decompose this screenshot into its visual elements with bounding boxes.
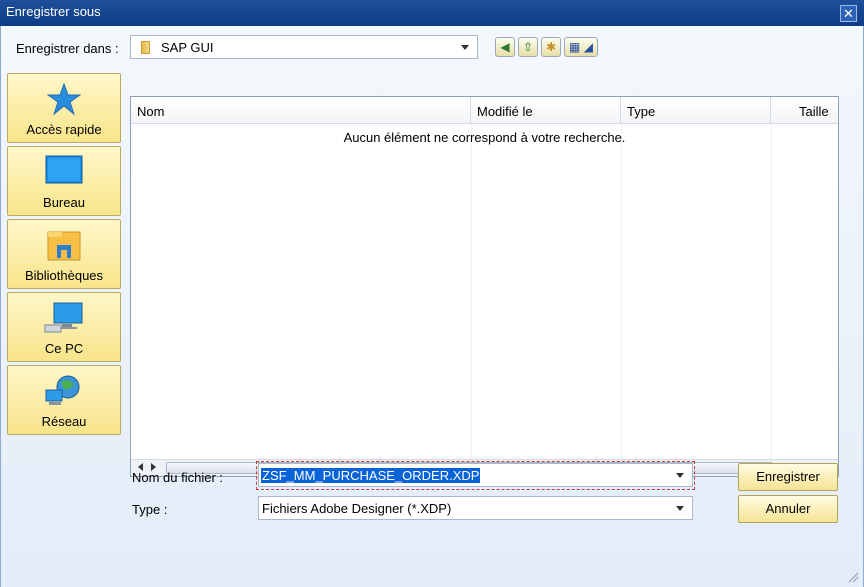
- filetype-label: Type :: [132, 502, 168, 517]
- star-icon: [47, 82, 81, 116]
- back-icon: ◀: [500, 40, 510, 54]
- place-this-pc[interactable]: Ce PC: [7, 292, 121, 362]
- place-label: Bureau: [43, 195, 85, 210]
- title-bar: Enregistrer sous ✕: [0, 0, 864, 26]
- filetype-dropdown[interactable]: Fichiers Adobe Designer (*.XDP): [258, 496, 693, 520]
- chevron-down-icon: [461, 45, 469, 50]
- chevron-down-icon: [676, 473, 684, 478]
- filename-label: Nom du fichier :: [132, 470, 224, 485]
- save-dialog: Enregistrer dans : SAP GUI ◀ ⇧ ✱ ▦ ◢ Acc…: [0, 26, 864, 587]
- filename-value: ZSF_MM_PURCHASE_ORDER.XDP: [261, 468, 481, 483]
- save-in-value: SAP GUI: [161, 40, 214, 55]
- chevron-down-icon: [676, 506, 684, 511]
- column-header-label: Modifié le: [477, 104, 533, 119]
- view-menu-button[interactable]: ▦ ◢: [564, 37, 598, 57]
- resize-grip-icon[interactable]: [847, 571, 859, 583]
- column-header-type[interactable]: Type: [621, 97, 771, 124]
- close-icon: ✕: [843, 6, 854, 21]
- column-header-label: Taille: [799, 104, 829, 119]
- file-list[interactable]: Nom Modifié le Type Taille Aucun élément…: [130, 96, 839, 477]
- close-button[interactable]: ✕: [840, 5, 857, 22]
- place-label: Ce PC: [44, 341, 84, 356]
- column-divider: [471, 124, 472, 459]
- place-network[interactable]: Réseau: [7, 365, 121, 435]
- new-folder-icon: ✱: [545, 40, 557, 54]
- column-header-modified[interactable]: Modifié le: [471, 97, 621, 124]
- column-header-label: Type: [627, 104, 656, 119]
- place-label: Bibliothèques: [24, 268, 104, 283]
- column-header-size[interactable]: Taille: [771, 97, 838, 124]
- up-folder-button[interactable]: ⇧: [518, 37, 538, 57]
- column-divider: [621, 124, 622, 459]
- new-folder-button[interactable]: ✱: [541, 37, 561, 57]
- view-menu-icon: ▦ ◢: [569, 40, 593, 54]
- up-folder-icon: ⇧: [522, 40, 534, 54]
- save-in-dropdown[interactable]: SAP GUI: [130, 35, 478, 59]
- empty-message: Aucun élément ne correspond à votre rech…: [343, 130, 626, 145]
- folder-icon: [141, 41, 150, 54]
- save-in-label: Enregistrer dans :: [16, 41, 119, 56]
- column-divider: [771, 124, 772, 459]
- save-button[interactable]: Enregistrer: [738, 463, 838, 491]
- column-header-name[interactable]: Nom: [131, 97, 471, 124]
- cancel-button[interactable]: Annuler: [738, 495, 838, 523]
- window-title: Enregistrer sous: [6, 4, 101, 19]
- place-label: Réseau: [41, 414, 87, 429]
- place-desktop[interactable]: Bureau: [7, 146, 121, 216]
- place-label: Accès rapide: [26, 122, 102, 137]
- computer-icon: [44, 302, 83, 333]
- column-header-label: Nom: [137, 104, 165, 119]
- place-libraries[interactable]: Bibliothèques: [7, 219, 121, 289]
- desktop-icon: [45, 155, 83, 184]
- library-icon: [47, 231, 81, 261]
- back-button[interactable]: ◀: [495, 37, 515, 57]
- filetype-value: Fichiers Adobe Designer (*.XDP): [262, 501, 452, 516]
- filename-input[interactable]: ZSF_MM_PURCHASE_ORDER.XDP: [258, 463, 693, 487]
- place-quick-access[interactable]: Accès rapide: [7, 73, 121, 143]
- network-icon: [45, 375, 80, 405]
